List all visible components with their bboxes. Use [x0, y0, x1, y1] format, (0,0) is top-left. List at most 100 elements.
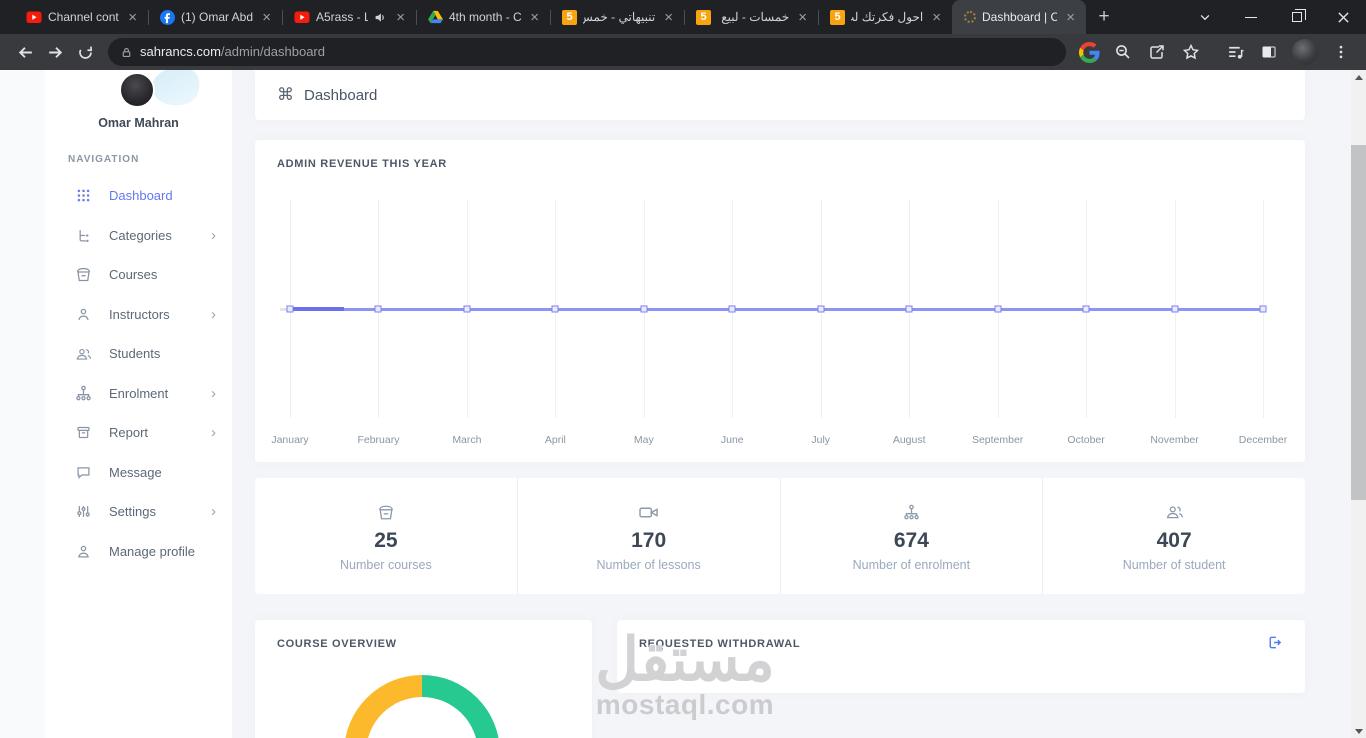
media-controls-icon[interactable] [1220, 37, 1250, 67]
tab-close-icon[interactable]: × [929, 9, 944, 26]
x-axis-tick-label: January [271, 434, 309, 446]
tab-close-icon[interactable]: × [661, 9, 676, 26]
sidebar-nav: Dashboard Categories › Courses Instructors › S… [45, 176, 232, 571]
sidebar-item-categories[interactable]: Categories › [45, 216, 232, 256]
page-scrollbar[interactable] [1351, 70, 1366, 738]
sidebar-item-manage-profile[interactable]: Manage profile [45, 532, 232, 572]
sidebar-item-label: Courses [109, 267, 158, 283]
tab-title: 4th month - C [449, 10, 522, 24]
browser-tab[interactable]: Channel conte × [14, 0, 148, 34]
tab-title: احول فكرتك لب [851, 10, 924, 24]
chart-data-point [728, 305, 736, 313]
sidebar: Omar Mahran NAVIGATION Dashboard Categori… [45, 70, 232, 738]
browser-tab[interactable]: 5 احول فكرتك لب × [818, 0, 952, 34]
new-tab-button[interactable]: + [1090, 3, 1118, 31]
x-axis-tick-label: April [544, 434, 566, 446]
restore-button[interactable] [1274, 0, 1320, 34]
khamsat-icon: 5 [562, 9, 577, 25]
export-icon[interactable] [1266, 634, 1283, 656]
sidebar-item-settings[interactable]: Settings › [45, 492, 232, 532]
user-icon [75, 544, 92, 559]
chevron-right-icon: › [211, 424, 216, 442]
khamsat-icon: 5 [830, 9, 845, 25]
url-bar[interactable]: sahrancs.com/admin/dashboard [108, 38, 1066, 66]
url-domain: sahrancs.com [140, 44, 221, 59]
grid-icon [75, 188, 92, 203]
tab-search-caret-icon[interactable] [1182, 0, 1228, 34]
basket-icon [75, 266, 92, 283]
kebab-menu-icon[interactable] [1326, 37, 1356, 67]
tab-title: Dashboard | C [982, 10, 1058, 24]
share-icon[interactable] [1142, 37, 1172, 67]
sidebar-item-students[interactable]: Students [45, 334, 232, 374]
tab-close-icon[interactable]: × [259, 9, 274, 26]
zoom-out-icon[interactable] [1108, 37, 1138, 67]
sidebar-item-enrolment[interactable]: Enrolment › [45, 374, 232, 414]
stat-card-number-of-student: 407 Number of student [1043, 478, 1305, 594]
sidebar-item-dashboard[interactable]: Dashboard [45, 176, 232, 216]
chart-data-point [1082, 305, 1090, 313]
browser-tab[interactable]: 5 تنبيهاتي - خمس × [550, 0, 684, 34]
browser-tab[interactable]: Dashboard | C × [952, 0, 1086, 34]
speaker-icon [374, 11, 387, 24]
back-icon[interactable] [10, 37, 40, 67]
scrollbar-thumb[interactable] [1351, 145, 1366, 500]
toolbar-right [1074, 37, 1356, 67]
drive-icon [428, 10, 443, 24]
side-panel-icon[interactable] [1254, 37, 1284, 67]
tab-close-icon[interactable]: × [1063, 9, 1078, 26]
forward-icon[interactable] [40, 37, 70, 67]
sidebar-item-courses[interactable]: Courses [45, 255, 232, 295]
x-axis-tick-label: July [811, 434, 831, 446]
stat-label: Number of lessons [596, 558, 701, 572]
browser-tab[interactable]: 5 خمسات - لبيع × [684, 0, 818, 34]
bookmark-star-icon[interactable] [1176, 37, 1206, 67]
google-account-icon[interactable] [1074, 37, 1104, 67]
browser-tab[interactable]: 4th month - C × [416, 0, 550, 34]
stats-row: 25 Number courses 170 Number of lessons 674 N… [255, 478, 1305, 594]
sidebar-item-instructors[interactable]: Instructors › [45, 295, 232, 335]
browser-window: Channel conte × (1) Omar Abd × A5rass - L × 4t… [0, 0, 1366, 738]
stat-value: 170 [631, 529, 667, 552]
tab-close-icon[interactable]: × [795, 9, 810, 26]
category-icon [75, 228, 92, 243]
browser-tab[interactable]: (1) Omar Abd × [148, 0, 282, 34]
tab-title: خمسات - لبيع [721, 10, 790, 24]
chart-data-point [374, 305, 382, 313]
revenue-card: ADMIN REVENUE THIS YEAR January February M… [255, 140, 1305, 462]
stat-value: 674 [893, 529, 929, 552]
x-axis-tick-label: October [1067, 434, 1105, 446]
scrollbar-up-arrow[interactable] [1351, 70, 1366, 84]
reload-icon[interactable] [70, 37, 100, 67]
minimize-button[interactable] [1228, 0, 1274, 34]
stat-card-number-of-lessons: 170 Number of lessons [517, 478, 781, 594]
tab-close-icon[interactable]: × [393, 9, 408, 26]
tab-title: (1) Omar Abd [181, 10, 254, 24]
instructor-icon [75, 307, 92, 322]
video-icon [638, 500, 659, 524]
tab-close-icon[interactable]: × [125, 9, 140, 26]
revenue-card-title: ADMIN REVENUE THIS YEAR [277, 158, 447, 170]
revenue-line-chart [280, 200, 1267, 418]
profile-avatar[interactable] [1292, 39, 1318, 65]
sidebar-item-message[interactable]: Message [45, 453, 232, 493]
sidebar-item-label: Report [109, 425, 149, 441]
sidebar-item-label: Dashboard [109, 188, 173, 204]
x-axis-tick-label: May [633, 434, 654, 446]
x-axis-tick-label: February [357, 434, 400, 446]
sidebar-item-report[interactable]: Report › [45, 413, 232, 453]
scrollbar-down-arrow[interactable] [1351, 724, 1366, 738]
youtube-icon [294, 11, 310, 24]
user-avatar [119, 72, 155, 108]
facebook-icon [160, 9, 175, 25]
x-axis-labels: January February March April May June July Augu… [271, 434, 1287, 448]
tab-close-icon[interactable]: × [527, 9, 542, 26]
user-name: Omar Mahran [98, 116, 179, 130]
chart-data-point [640, 305, 648, 313]
browser-tab[interactable]: A5rass - L × [282, 0, 416, 34]
basket-icon [377, 500, 395, 524]
requested-withdrawal-title: REQUESTED WITHDRAWAL [639, 638, 801, 650]
chevron-right-icon: › [211, 226, 216, 244]
stat-value: 407 [1156, 529, 1192, 552]
close-window-button[interactable] [1320, 0, 1366, 34]
